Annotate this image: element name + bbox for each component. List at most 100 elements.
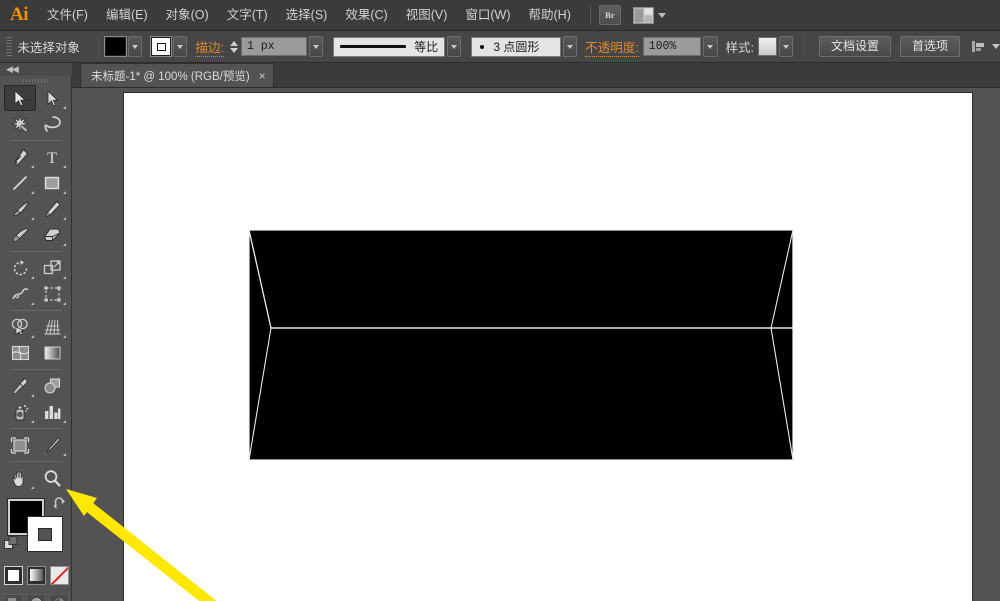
column-graph-tool[interactable] — [36, 399, 68, 425]
type-tool[interactable]: T — [36, 144, 68, 170]
line-icon — [12, 175, 28, 191]
line-segment-tool[interactable] — [4, 170, 36, 196]
opacity-dropdown[interactable] — [703, 36, 718, 57]
artboard[interactable] — [123, 92, 973, 601]
control-bar-grip[interactable] — [4, 36, 14, 57]
document-tab[interactable]: 未标题-1* @ 100% (RGB/预览) × — [80, 63, 274, 87]
graphic-style-swatch[interactable] — [758, 37, 777, 56]
swap-fill-stroke-icon[interactable] — [53, 497, 68, 511]
tool-group-corner-icon — [31, 165, 34, 168]
free-transform-tool[interactable] — [36, 281, 68, 307]
pen-tool[interactable] — [4, 144, 36, 170]
canvas-area[interactable] — [72, 88, 1000, 601]
stroke-swatch[interactable] — [27, 516, 63, 552]
tools-panel-header[interactable]: ◀◀ — [0, 63, 72, 76]
selection-status-label: 未选择对象 — [17, 41, 80, 55]
preferences-button[interactable]: 首选项 — [899, 36, 960, 57]
slice-knife-icon — [46, 437, 61, 453]
draw-normal-icon — [7, 598, 16, 601]
control-bar: 未选择对象 描边: 1 px 等比 3 点圆形 不透明度: 100% 样式: 文… — [0, 31, 1000, 63]
menu-edit[interactable]: 编辑(E) — [97, 0, 157, 31]
style-label: 样式: — [725, 41, 754, 55]
rectangle-tool[interactable] — [36, 170, 68, 196]
menu-object[interactable]: 对象(O) — [157, 0, 218, 31]
menu-type[interactable]: 文字(T) — [218, 0, 277, 31]
bridge-button[interactable]: Br — [598, 5, 621, 25]
artboard-tool[interactable] — [4, 432, 36, 458]
width-tool[interactable] — [4, 281, 36, 307]
fill-swatch-dropdown[interactable] — [127, 36, 142, 57]
blob-brush-tool[interactable] — [4, 222, 36, 248]
tools-panel-grip[interactable] — [0, 76, 72, 85]
selection-arrow-icon — [14, 89, 26, 106]
eyedropper-tool[interactable] — [4, 373, 36, 399]
brush-definition-dropdown[interactable] — [563, 36, 578, 57]
opacity-label[interactable]: 不透明度: — [585, 37, 639, 57]
shape-builder-tool[interactable] — [4, 314, 36, 340]
tools-divider — [10, 310, 62, 311]
color-mode-button[interactable] — [3, 565, 23, 585]
stroke-profile-dropdown[interactable] — [447, 36, 462, 57]
tools-grid: T — [0, 85, 72, 491]
magic-wand-tool[interactable] — [4, 111, 36, 137]
mesh-tool[interactable] — [4, 340, 36, 366]
eyedropper-icon — [11, 378, 27, 395]
tool-group-corner-icon — [31, 394, 34, 397]
none-mode-button[interactable] — [49, 565, 69, 585]
eraser-tool[interactable] — [36, 222, 68, 248]
pencil-tool[interactable] — [36, 196, 68, 222]
menu-view[interactable]: 视图(V) — [397, 0, 457, 31]
draw-inside-button[interactable] — [49, 593, 69, 601]
rotate-tool[interactable] — [4, 255, 36, 281]
tool-group-corner-icon — [31, 335, 34, 338]
stroke-profile-label: 等比 — [414, 39, 439, 54]
brush-definition-combo[interactable]: 3 点圆形 — [471, 36, 562, 57]
draw-normal-button[interactable] — [3, 593, 23, 601]
control-bar-overflow[interactable] — [971, 40, 1000, 54]
align-icon — [971, 40, 984, 52]
opacity-input[interactable]: 100% — [642, 37, 702, 56]
collapse-panel-icon[interactable]: ◀◀ — [6, 64, 19, 75]
stroke-weight-dropdown[interactable] — [309, 36, 324, 57]
stroke-weight-stepper[interactable] — [228, 40, 240, 54]
stroke-profile-combo[interactable]: 等比 — [333, 36, 446, 57]
gradient-mode-button[interactable] — [26, 565, 46, 585]
scale-tool[interactable] — [36, 255, 68, 281]
rectangle-icon — [44, 176, 60, 190]
close-icon[interactable]: × — [259, 69, 266, 83]
chevron-down-icon — [177, 44, 184, 49]
graphic-style-dropdown[interactable] — [778, 36, 793, 57]
zoom-tool[interactable] — [36, 465, 68, 491]
menu-file[interactable]: 文件(F) — [38, 0, 97, 31]
menu-effect[interactable]: 效果(C) — [336, 0, 396, 31]
stroke-color-swatch[interactable] — [149, 36, 173, 57]
fill-color-swatch[interactable] — [103, 36, 127, 57]
direct-selection-tool[interactable] — [36, 85, 68, 111]
default-fill-stroke-icon[interactable] — [4, 536, 18, 550]
lasso-tool[interactable] — [36, 111, 68, 137]
tool-group-corner-icon — [31, 191, 34, 194]
menu-select[interactable]: 选择(S) — [277, 0, 337, 31]
workspace-switcher[interactable] — [632, 6, 666, 24]
stroke-weight-label[interactable]: 描边: — [195, 37, 224, 57]
color-mode-row — [0, 563, 72, 587]
app-logo: Ai — [10, 4, 29, 25]
stroke-weight-input[interactable]: 1 px — [240, 37, 308, 56]
menu-help[interactable]: 帮助(H) — [520, 0, 580, 31]
blend-tool[interactable] — [36, 373, 68, 399]
slice-tool[interactable] — [36, 432, 68, 458]
tool-group-corner-icon — [31, 276, 34, 279]
stroke-swatch-dropdown[interactable] — [173, 36, 188, 57]
paintbrush-tool[interactable] — [4, 196, 36, 222]
document-setup-button[interactable]: 文档设置 — [818, 36, 891, 57]
perspective-grid-tool[interactable] — [36, 314, 68, 340]
hand-tool[interactable] — [4, 465, 36, 491]
draw-behind-button[interactable] — [26, 593, 46, 601]
stepper-up-icon[interactable] — [229, 40, 238, 46]
tool-group-corner-icon — [63, 243, 66, 246]
stepper-down-icon[interactable] — [229, 47, 238, 53]
gradient-tool[interactable] — [36, 340, 68, 366]
selection-tool[interactable] — [4, 85, 36, 111]
menu-window[interactable]: 窗口(W) — [456, 0, 519, 31]
symbol-sprayer-tool[interactable] — [4, 399, 36, 425]
